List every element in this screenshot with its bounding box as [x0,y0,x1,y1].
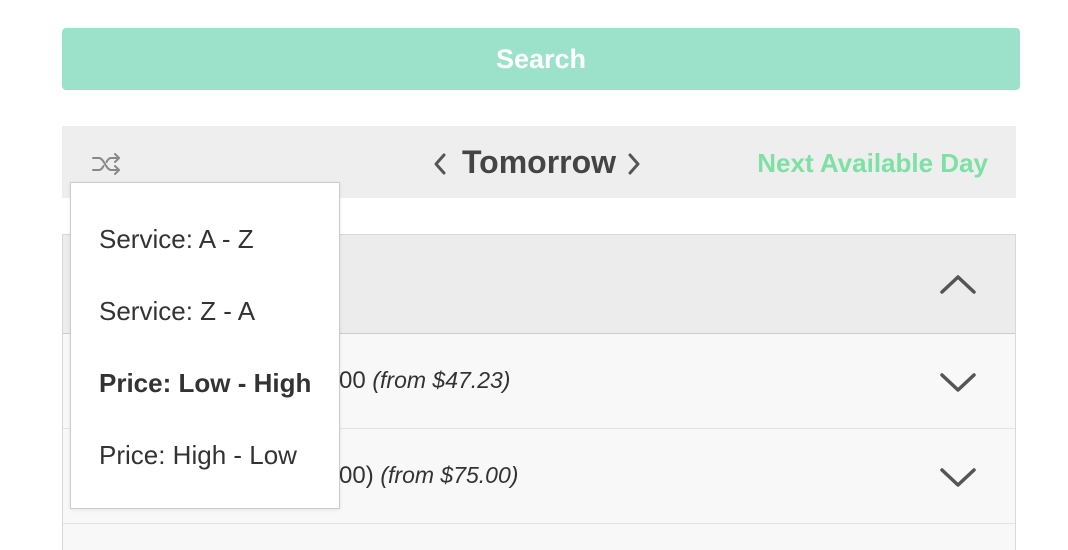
service-row-text: 00 (from $47.23) [339,364,510,397]
chevron-down-icon[interactable] [939,372,977,394]
search-button[interactable]: Search [62,28,1020,90]
sort-option-service-a-z[interactable]: Service: A - Z [99,222,254,256]
service-name: 00) [339,462,374,489]
chevron-up-icon[interactable] [939,273,977,295]
sort-option-price-low-high[interactable]: Price: Low - High [99,366,311,400]
chevron-right-icon[interactable] [624,150,644,178]
selected-day-label: Tomorrow [462,144,617,180]
service-row-text: 00) (from $75.00) [339,459,518,492]
next-available-day-link[interactable]: Next Available Day [757,146,988,180]
sort-option-service-z-a[interactable]: Service: Z - A [99,294,255,328]
service-name: 00 [339,367,366,394]
service-price: (from $47.23) [372,367,511,393]
search-button-label: Search [495,43,587,74]
chevron-down-icon[interactable] [939,467,977,489]
sort-dropdown-menu: Service: A - Z Service: Z - A Price: Low… [70,182,340,509]
service-row[interactable] [63,524,1015,550]
service-price: (from $75.00) [380,462,519,488]
sort-option-price-high-low[interactable]: Price: High - Low [99,438,297,472]
chevron-left-icon[interactable] [430,150,450,178]
booking-page: Search Tomorrow Next Available Day 00 (f… [0,0,1068,550]
